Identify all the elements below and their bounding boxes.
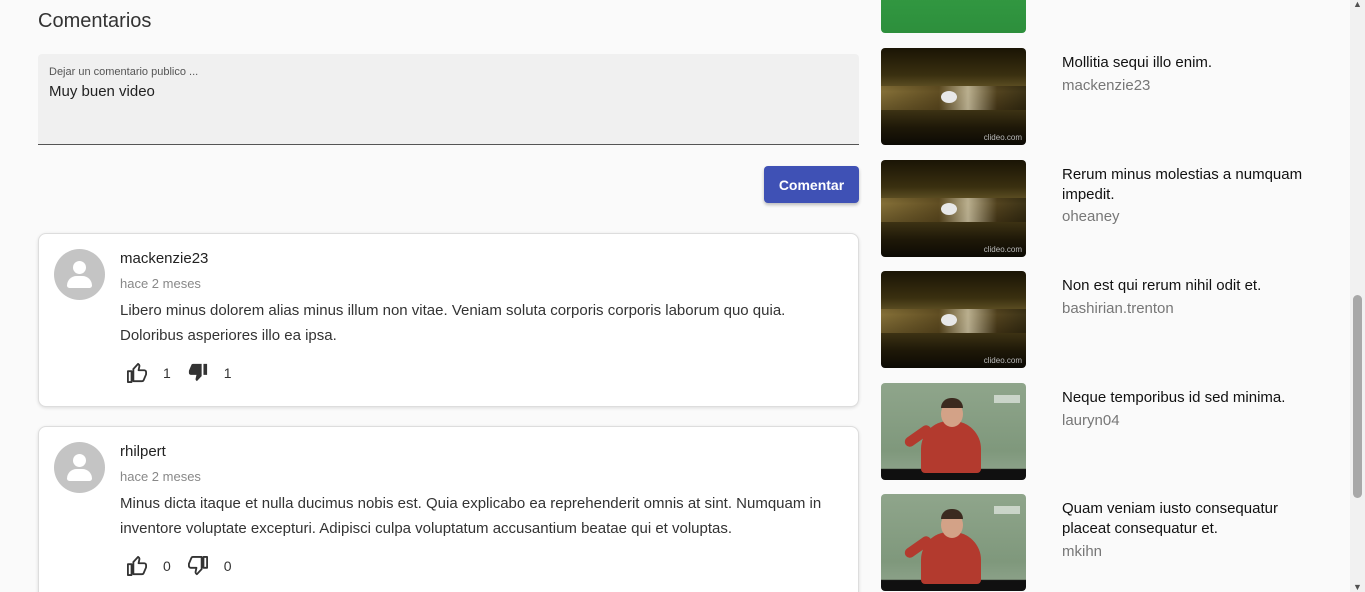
video-title[interactable]: Rerum minus molestias a numquam impedit.: [1062, 165, 1312, 205]
comment-card: rhilpert hace 2 meses Minus dicta itaque…: [38, 426, 859, 592]
dislike-count: 0: [223, 558, 232, 574]
scroll-up-arrow-icon[interactable]: ▲: [1353, 0, 1362, 9]
comment-time: hace 2 meses: [120, 469, 201, 484]
video-title[interactable]: Non est qui rerum nihil odit et.: [1062, 276, 1312, 296]
video-title[interactable]: Neque temporibus id sed minima.: [1062, 388, 1312, 408]
video-thumbnail[interactable]: clideo.com: [881, 48, 1026, 145]
related-video-item[interactable]: Neque temporibus id sed minima. lauryn04: [881, 383, 1321, 481]
avatar[interactable]: [54, 249, 105, 300]
comment-author[interactable]: mackenzie23: [120, 250, 208, 267]
avatar[interactable]: [54, 442, 105, 493]
comment-text: Libero minus dolorem alias minus illum n…: [120, 302, 786, 344]
comment-input-label: Dejar un comentario publico ...: [49, 66, 199, 78]
video-channel[interactable]: bashirian.trenton: [1062, 300, 1174, 317]
thumbs-down-icon[interactable]: [186, 555, 210, 577]
scroll-down-arrow-icon[interactable]: ▼: [1353, 583, 1362, 592]
related-video-item[interactable]: Quam veniam iusto consequatur placeat co…: [881, 494, 1321, 592]
like-count: 1: [163, 365, 171, 381]
thumbnail-watermark: clideo.com: [983, 245, 1022, 254]
dislike-count: 1: [223, 365, 232, 381]
related-video-item[interactable]: clideo.com Non est qui rerum nihil odit …: [881, 271, 1321, 369]
video-thumbnail[interactable]: clideo.com: [881, 271, 1026, 368]
thumbs-down-filled-icon[interactable]: [186, 362, 210, 384]
video-channel[interactable]: mkihn: [1062, 543, 1102, 560]
scrollbar-thumb[interactable]: [1353, 295, 1362, 498]
video-title[interactable]: Quam veniam iusto consequatur placeat co…: [1062, 499, 1312, 539]
video-title[interactable]: Mollitia sequi illo enim.: [1062, 53, 1312, 73]
comment-input-field[interactable]: Dejar un comentario publico ... Muy buen…: [38, 54, 859, 145]
thumbs-up-icon[interactable]: [125, 362, 149, 384]
comment-input[interactable]: Muy buen video: [49, 83, 155, 100]
comment-text: Minus dicta itaque et nulla ducimus nobi…: [120, 495, 822, 537]
thumbs-up-icon[interactable]: [125, 555, 149, 577]
video-thumbnail[interactable]: [881, 494, 1026, 591]
thumbnail-watermark: clideo.com: [983, 133, 1022, 142]
comments-title: Comentarios: [38, 10, 152, 32]
video-page: Comentarios Dejar un comentario publico …: [0, 0, 1365, 592]
comment-time: hace 2 meses: [120, 276, 201, 291]
video-channel[interactable]: mackenzie23: [1062, 77, 1150, 94]
video-channel[interactable]: oheaney: [1062, 208, 1120, 225]
video-thumbnail[interactable]: [881, 383, 1026, 480]
related-video-item[interactable]: [881, 0, 1321, 34]
comment-actions: 0 0: [125, 555, 247, 577]
video-thumbnail[interactable]: [881, 0, 1026, 33]
comment-actions: 1 1: [125, 362, 247, 384]
related-video-item[interactable]: clideo.com Rerum minus molestias a numqu…: [881, 160, 1321, 258]
thumbnail-watermark: clideo.com: [983, 356, 1022, 365]
like-count: 0: [163, 558, 171, 574]
page-scrollbar[interactable]: ▲ ▼: [1350, 0, 1365, 592]
comment-card: mackenzie23 hace 2 meses Libero minus do…: [38, 233, 859, 407]
video-channel[interactable]: lauryn04: [1062, 412, 1120, 429]
video-thumbnail[interactable]: clideo.com: [881, 160, 1026, 257]
submit-comment-button[interactable]: Comentar: [764, 166, 859, 203]
comment-author[interactable]: rhilpert: [120, 443, 166, 460]
related-video-item[interactable]: clideo.com Mollitia sequi illo enim. mac…: [881, 48, 1321, 146]
